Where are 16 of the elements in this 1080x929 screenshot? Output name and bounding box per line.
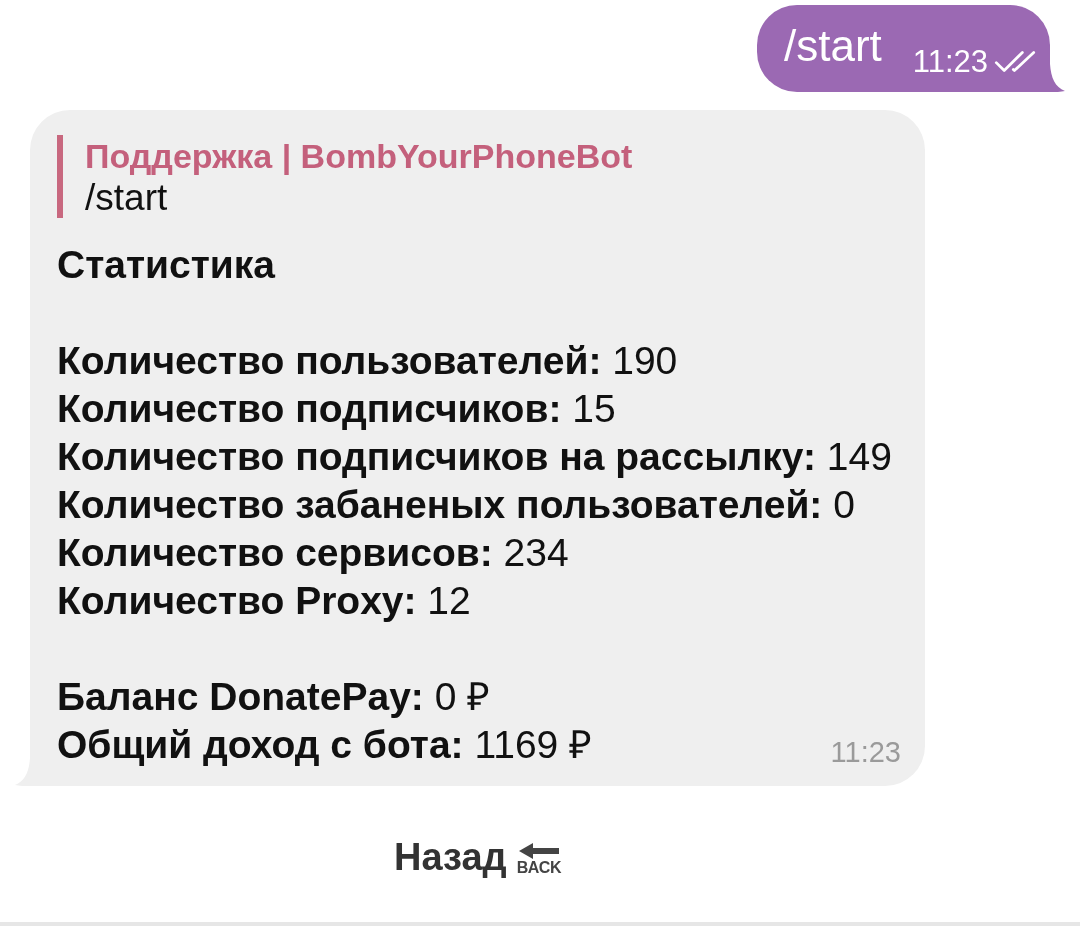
message-title: Статистика [57,242,277,288]
reply-quote[interactable]: Поддержка | BombYourPhoneBot /start [57,135,901,218]
left-arrow-icon [518,843,559,859]
stat-line: Количество пользователей: 190 [57,338,679,384]
message-time: 11:23 [912,46,988,77]
stat-line: Количество подписчиков: 15 [57,386,617,432]
stat-line: Количество сервисов: 234 [57,530,570,576]
message-time: 11:23 [830,738,901,767]
balance-line: Баланс DonatePay: 0 ₽ [57,674,492,720]
message-text: /start [784,23,882,68]
balance-line: Общий доход с бота: 1169 ₽ [57,722,593,768]
reply-text: /start [85,176,169,219]
reply-author: Поддержка | BombYourPhoneBot [85,135,634,177]
stat-line: Количество Proxy: 12 [57,578,472,624]
stat-line: Количество забаненых пользователей: 0 [57,482,856,528]
stat-line: Количество подписчиков на рассылку: 149 [57,434,893,480]
